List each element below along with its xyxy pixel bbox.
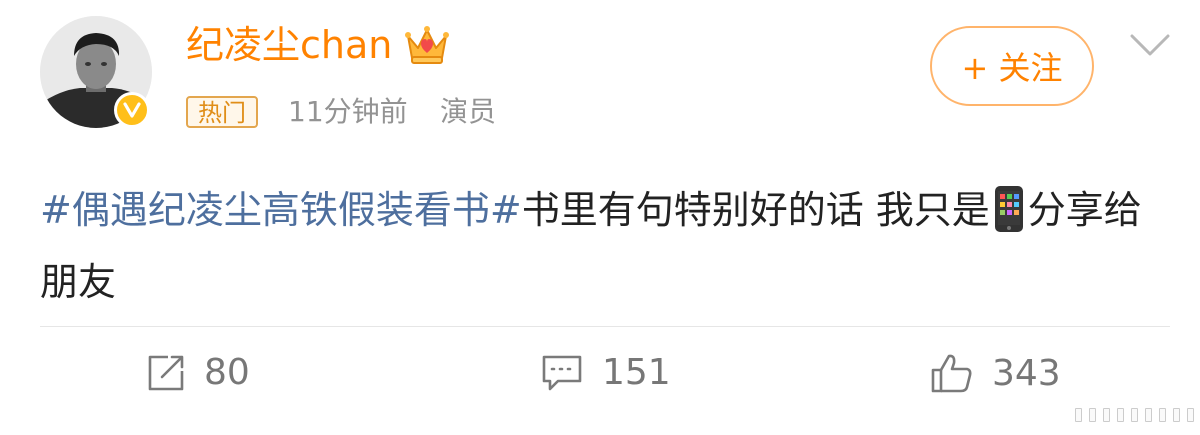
username-link[interactable]: 纪凌尘chan — [186, 18, 450, 72]
comment-icon — [542, 355, 582, 390]
follow-button[interactable]: + 关注 — [930, 26, 1094, 106]
watermark — [1075, 408, 1200, 422]
comment-button[interactable]: 151 — [540, 352, 671, 393]
thumbs-up-icon — [931, 354, 972, 393]
follow-label: + 关注 — [961, 49, 1063, 87]
comment-count: 151 — [602, 352, 671, 393]
user-role: 演员 — [440, 95, 497, 128]
like-count: 343 — [992, 352, 1061, 394]
hot-badge: 热门 — [186, 96, 258, 128]
username-text: 纪凌尘chan — [186, 23, 393, 67]
like-button[interactable]: 343 — [930, 352, 1061, 394]
divider — [40, 326, 1170, 327]
verified-v-icon — [114, 92, 150, 128]
repost-count: 80 — [204, 352, 250, 393]
repost-icon — [148, 355, 184, 390]
mobile-phone-icon — [994, 185, 1023, 232]
repost-button[interactable]: 80 — [146, 352, 250, 393]
post-text-1: 书里有句特别好的话 我只是 — [521, 188, 990, 232]
chevron-down-icon[interactable] — [1128, 28, 1172, 62]
post-content: #偶遇纪凌尘高铁假装看书#书里有句特别好的话 我只是 分享给朋友 — [40, 174, 1170, 318]
post-time[interactable]: 11分钟前 — [288, 92, 408, 132]
topic-link[interactable]: #偶遇纪凌尘高铁假装看书# — [40, 188, 522, 232]
crown-member-icon — [405, 26, 450, 64]
